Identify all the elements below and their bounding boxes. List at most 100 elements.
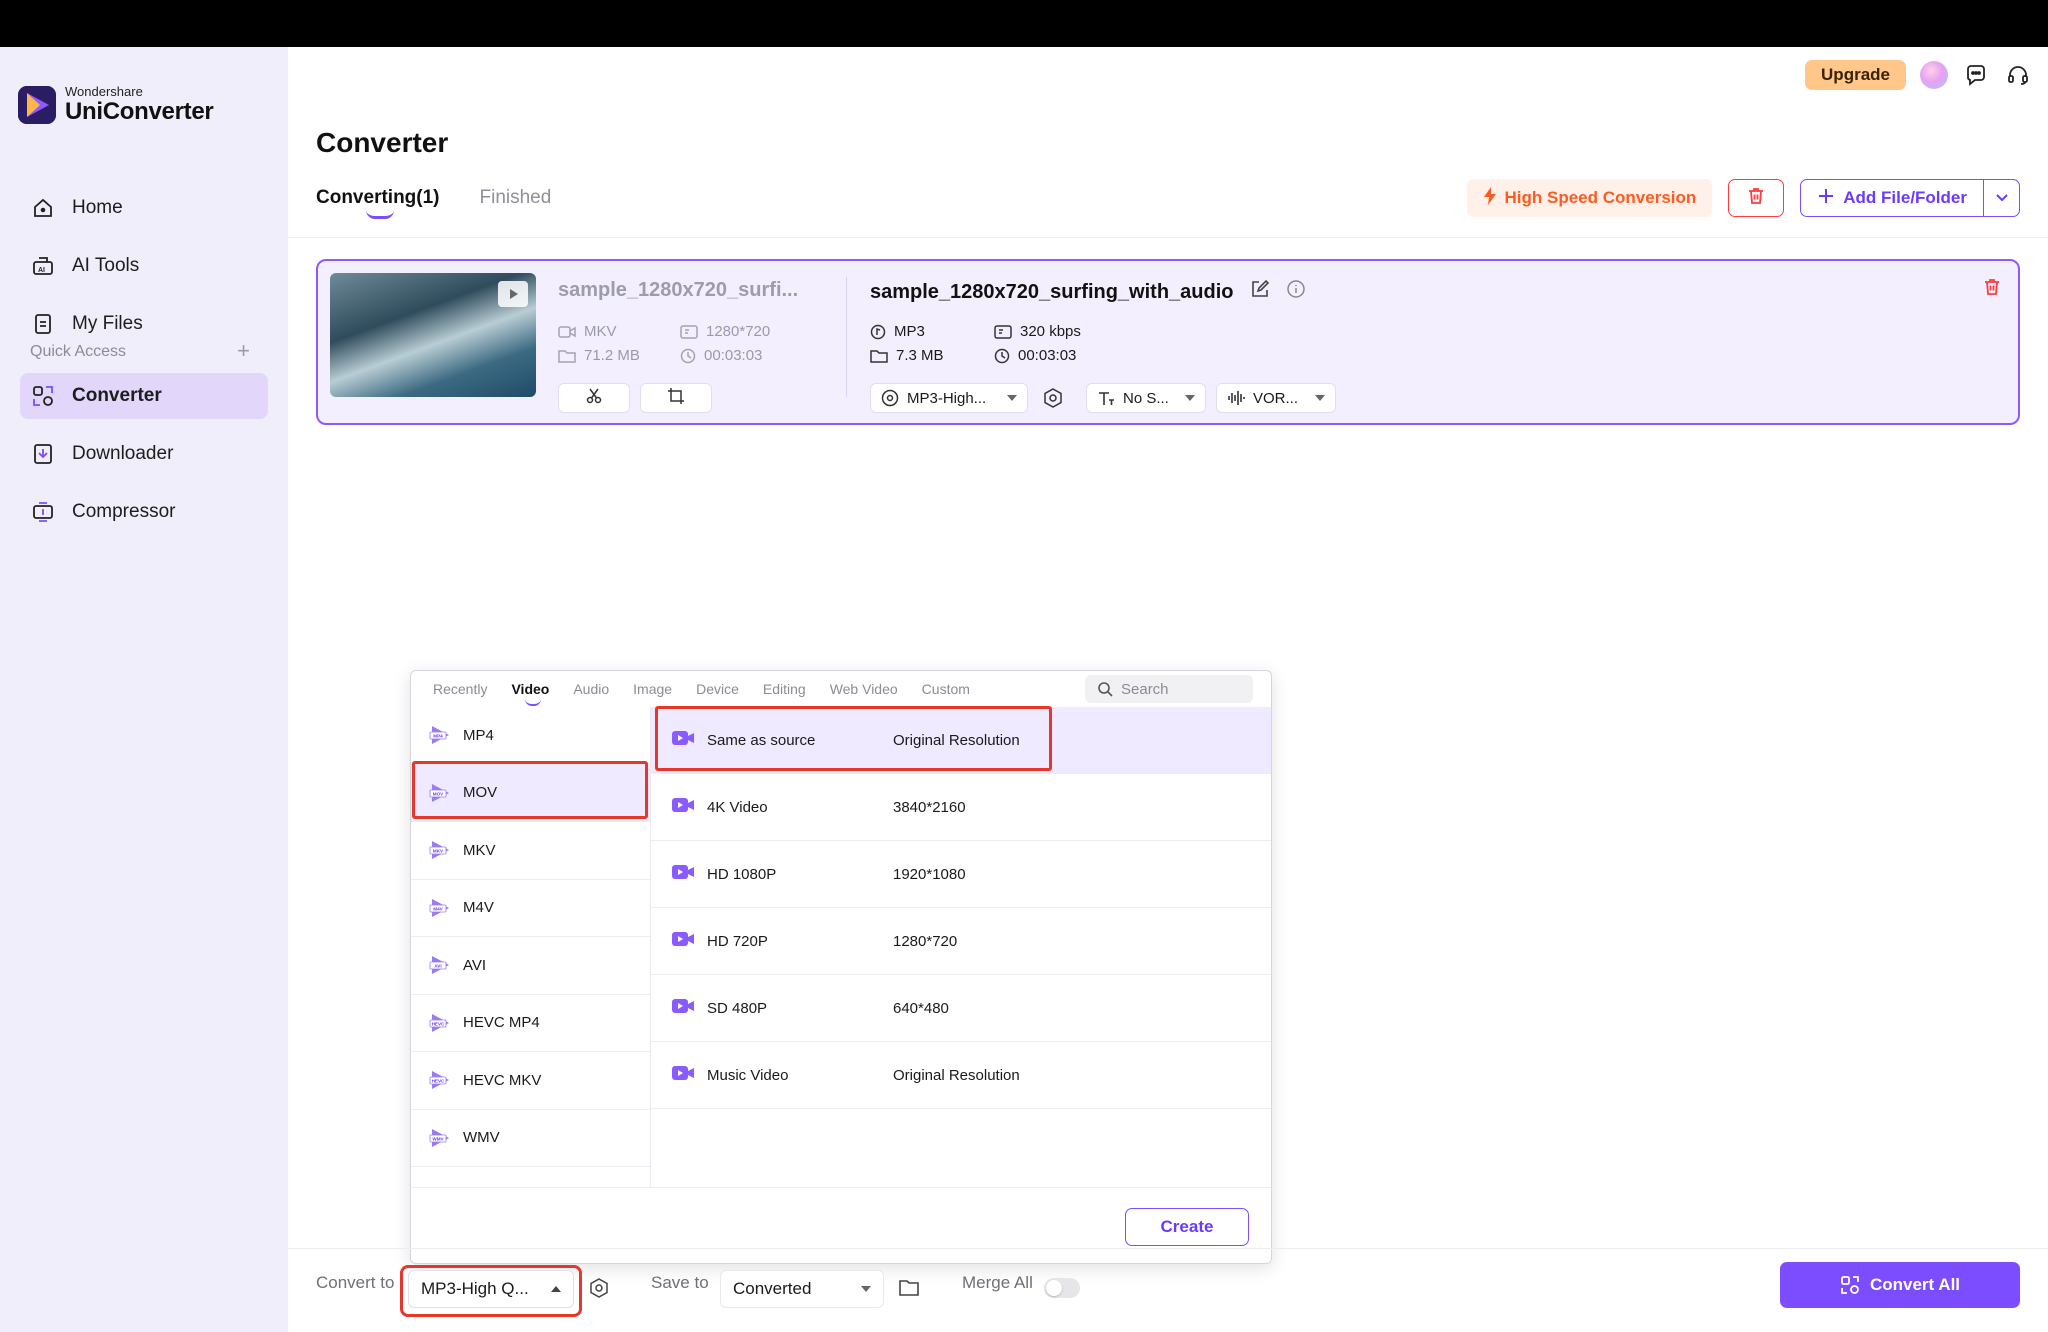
sidebar-item-downloader[interactable]: Downloader	[20, 431, 268, 477]
support-headset-icon[interactable]	[2004, 61, 2032, 89]
resolution-item-sd-480p[interactable]: SD 480P 640*480	[651, 975, 1271, 1042]
add-quick-access-icon[interactable]: +	[237, 340, 250, 362]
tab-converting[interactable]: Converting(1)	[316, 187, 440, 219]
convert-all-button[interactable]: Convert All	[1780, 1262, 2020, 1308]
tab-video[interactable]: Video	[511, 681, 549, 706]
resolution-item-hd-720p[interactable]: HD 720P 1280*720	[651, 908, 1271, 975]
tab-image[interactable]: Image	[633, 681, 672, 697]
source-duration: 00:03:03	[680, 347, 762, 364]
resolution-value: 3840*2160	[893, 798, 966, 816]
open-folder-icon[interactable]	[898, 1278, 920, 1303]
format-picker-popup: Recently Video Audio Image Device Editin…	[410, 670, 1272, 1264]
delete-all-button[interactable]	[1728, 179, 1785, 217]
resolution-item-hd-1080p[interactable]: HD 1080P 1920*1080	[651, 841, 1271, 908]
convert-to-select[interactable]: MP3-High Q...	[408, 1270, 574, 1308]
resolution-item-same-as-source[interactable]: Same as source Original Resolution	[651, 707, 1271, 774]
output-duration: 00:03:03	[994, 347, 1076, 364]
sidebar-item-label: Home	[72, 197, 123, 218]
svg-text:AI: AI	[38, 267, 45, 274]
tab-web-video[interactable]: Web Video	[830, 681, 898, 697]
sidebar-item-compressor[interactable]: Compressor	[20, 489, 268, 535]
format-item-wmv[interactable]: WMV WMV	[411, 1110, 650, 1167]
clock-icon	[680, 348, 696, 363]
folder-icon	[870, 349, 888, 363]
sidebar-item-converter[interactable]: Converter	[20, 373, 268, 419]
resolution-item-music-video[interactable]: Music Video Original Resolution	[651, 1042, 1271, 1109]
tab-audio[interactable]: Audio	[573, 681, 609, 697]
scissors-icon	[585, 387, 603, 410]
format-search-input[interactable]: Search	[1085, 675, 1253, 703]
format-label: WMV	[463, 1129, 500, 1147]
subtitle-icon	[1099, 392, 1114, 405]
bitrate-icon	[994, 324, 1012, 339]
trim-button[interactable]	[558, 383, 630, 413]
create-button[interactable]: Create	[1125, 1208, 1249, 1246]
convert-settings-icon[interactable]	[588, 1277, 610, 1304]
resolution-item-4k-video[interactable]: 4K Video 3840*2160	[651, 774, 1271, 841]
caret-down-icon	[1185, 395, 1195, 401]
svg-text:MP4: MP4	[433, 734, 443, 739]
video-camera-icon	[671, 729, 695, 751]
format-item-hevc-mp4[interactable]: HEVC HEVC MP4	[411, 995, 650, 1052]
home-icon	[30, 195, 56, 221]
crop-button[interactable]	[640, 383, 712, 413]
plus-icon	[1817, 187, 1835, 210]
format-item-hevc-mkv[interactable]: HEVC HEVC MKV	[411, 1052, 650, 1110]
svg-text:M4V: M4V	[433, 906, 443, 911]
remove-file-icon[interactable]	[1982, 277, 2002, 302]
sidebar-item-home[interactable]: Home	[20, 185, 268, 231]
merge-all-toggle[interactable]	[1044, 1278, 1080, 1298]
tab-editing[interactable]: Editing	[763, 681, 806, 697]
save-to-select[interactable]: Converted	[720, 1270, 884, 1308]
format-label: MKV	[463, 841, 496, 859]
video-format-icon: HEVC	[429, 1012, 451, 1034]
sidebar-item-ai-tools[interactable]: AI AI Tools	[20, 243, 268, 289]
subtitle-select[interactable]: No S...	[1086, 383, 1206, 413]
svg-text:MOV: MOV	[433, 791, 444, 796]
video-camera-icon	[671, 997, 695, 1019]
format-item-avi[interactable]: AVI AVI	[411, 937, 650, 995]
high-speed-conversion-button[interactable]: High Speed Conversion	[1466, 179, 1713, 217]
resolution-name: HD 720P	[707, 932, 768, 950]
tab-recently[interactable]: Recently	[433, 681, 487, 697]
video-format-icon: HEVC	[429, 1069, 451, 1091]
format-item-mkv[interactable]: MKV MKV	[411, 822, 650, 880]
tab-custom[interactable]: Custom	[922, 681, 970, 697]
video-camera-icon	[671, 930, 695, 952]
video-camera-icon	[671, 1064, 695, 1086]
svg-text:MKV: MKV	[433, 849, 444, 854]
preset-settings-icon[interactable]	[1042, 387, 1064, 414]
resolution-name: Music Video	[707, 1066, 789, 1084]
save-to-label: Save to	[651, 1273, 709, 1292]
files-icon	[30, 311, 56, 337]
tab-finished[interactable]: Finished	[480, 187, 552, 209]
add-file-dropdown-button[interactable]	[1983, 180, 2019, 216]
upgrade-button[interactable]: Upgrade	[1805, 60, 1906, 90]
format-label: HEVC MP4	[463, 1014, 540, 1032]
format-item-m4v[interactable]: M4V M4V	[411, 880, 650, 937]
merge-all-label: Merge All	[962, 1273, 1033, 1292]
svg-text:WMV: WMV	[432, 1136, 444, 1141]
source-size: 71.2 MB	[558, 347, 640, 364]
chat-icon[interactable]	[1962, 61, 1990, 89]
app-logo: Wondershare UniConverter	[18, 85, 214, 125]
format-item-mov[interactable]: MOV MOV	[411, 764, 650, 822]
source-file-name: sample_1280x720_surfi...	[558, 279, 799, 301]
format-item-mp4[interactable]: MP4 MP4	[411, 707, 650, 765]
edit-name-icon[interactable]	[1250, 279, 1270, 305]
video-camera-icon	[558, 325, 576, 338]
video-format-icon: MP4	[429, 724, 451, 746]
video-thumbnail[interactable]	[330, 273, 536, 397]
converter-icon	[30, 383, 56, 409]
tab-device[interactable]: Device	[696, 681, 739, 697]
output-preset-select[interactable]: MP3-High...	[870, 383, 1028, 413]
sidebar-item-my-files[interactable]: My Files	[20, 301, 268, 347]
sidebar-item-label: Compressor	[72, 501, 176, 522]
format-label: M4V	[463, 899, 494, 917]
add-file-folder-button[interactable]: Add File/Folder	[1800, 179, 2020, 217]
high-speed-label: High Speed Conversion	[1504, 188, 1697, 207]
avatar[interactable]	[1920, 61, 1948, 89]
convert-to-label: Convert to	[316, 1273, 395, 1292]
audio-track-select[interactable]: VOR...	[1216, 383, 1336, 413]
info-icon[interactable]	[1286, 279, 1306, 305]
